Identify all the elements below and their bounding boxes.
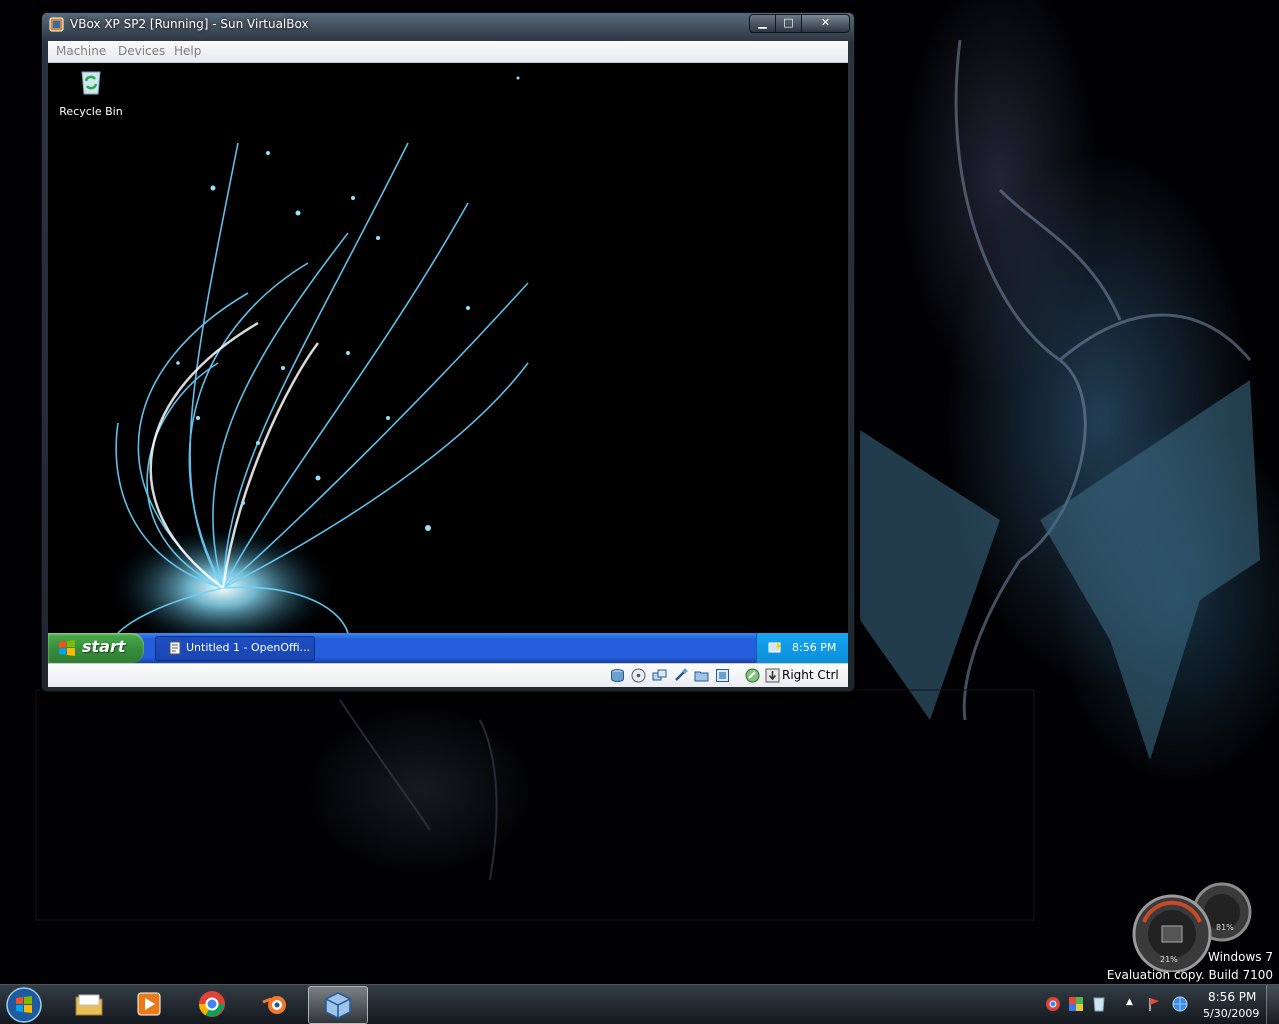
close-button[interactable]: ✕ — [801, 14, 850, 33]
virtualbox-window[interactable]: VBox XP SP2 [Running] - Sun VirtualBox ▁… — [41, 12, 855, 692]
host-key-icon[interactable] — [765, 668, 780, 683]
clock-time[interactable]: 8:56 PM — [1208, 990, 1256, 1004]
recycle-bin-icon — [81, 71, 101, 95]
pinned-media-player[interactable] — [120, 986, 178, 1022]
clock-date[interactable]: 5/30/2009 — [1203, 1007, 1259, 1020]
guest-additions-tray-icon[interactable] — [767, 640, 782, 655]
network-adapter-icon[interactable] — [652, 668, 667, 683]
flag-icon[interactable] — [1146, 996, 1162, 1012]
recycle-bin-desktop-icon[interactable]: Recycle Bin — [56, 67, 126, 118]
xp-task-button[interactable]: Untitled 1 - OpenOffi... — [155, 636, 315, 661]
virtualbox-app-icon — [49, 17, 64, 32]
chrome-tray-icon[interactable] — [1045, 996, 1061, 1012]
colors-tray-icon[interactable] — [1068, 996, 1084, 1012]
shared-folder-icon[interactable] — [694, 668, 709, 683]
network-icon[interactable] — [1172, 996, 1188, 1012]
menu-help[interactable]: Help — [174, 44, 201, 58]
recycle-tray-icon[interactable] — [1091, 996, 1107, 1012]
pinned-explorer[interactable] — [60, 986, 118, 1022]
blender-icon — [262, 996, 286, 1014]
hard-disk-icon[interactable] — [610, 668, 625, 683]
menu-bar: Machine Devices Help — [48, 41, 848, 63]
media-player-icon — [137, 992, 161, 1016]
recycle-bin-label: Recycle Bin — [59, 105, 123, 118]
pinned-chrome[interactable] — [183, 986, 241, 1022]
usb-icon[interactable] — [673, 668, 688, 683]
gadget-memory-value: 81% — [1216, 923, 1234, 932]
cd-icon[interactable] — [631, 668, 646, 683]
mouse-integration-icon[interactable] — [745, 668, 760, 683]
menu-machine[interactable]: Machine — [56, 44, 106, 58]
guest-wallpaper — [113, 76, 529, 633]
menu-devices[interactable]: Devices — [118, 44, 165, 58]
guest-screen[interactable]: Recycle Bin start Untitled 1 - OpenOffi.… — [48, 63, 848, 663]
vbox-status-bar: Right Ctrl — [48, 663, 848, 687]
gadget-cpu-value: 21% — [1160, 955, 1178, 964]
openoffice-icon — [169, 641, 181, 655]
xp-start-button[interactable]: start — [48, 633, 144, 663]
xp-clock: 8:56 PM — [792, 641, 837, 654]
xp-task-label: Untitled 1 - OpenOffi... — [186, 641, 311, 654]
xp-taskbar: start Untitled 1 - OpenOffi... 8:56 PM — [48, 633, 848, 663]
explorer-icon — [75, 994, 103, 1016]
minimize-button[interactable]: ▁ — [749, 14, 776, 33]
show-hidden-icons-button[interactable]: ▲ — [1126, 997, 1133, 1007]
watermark-build: Evaluation copy. Build 7100 — [1106, 968, 1273, 982]
vrdp-icon[interactable] — [715, 668, 730, 683]
watermark-title: Windows 7 — [1207, 950, 1273, 964]
virtualbox-icon — [325, 992, 351, 1019]
start-orb-icon[interactable] — [4, 986, 44, 1024]
start-label: start — [82, 637, 126, 656]
show-desktop-button[interactable] — [1266, 985, 1279, 1024]
xp-system-tray: 8:56 PM — [756, 633, 848, 663]
host-key-label: Right Ctrl — [782, 668, 839, 682]
pinned-blender[interactable] — [246, 986, 304, 1022]
window-title: VBox XP SP2 [Running] - Sun VirtualBox — [70, 17, 309, 31]
pinned-virtualbox-active[interactable] — [308, 986, 368, 1024]
maximize-button[interactable]: □ — [775, 14, 802, 33]
windows-flag-icon — [59, 640, 75, 656]
chrome-icon — [199, 991, 225, 1017]
host-taskbar: ▲ 8:56 PM 5/30/2009 — [0, 984, 1279, 1024]
